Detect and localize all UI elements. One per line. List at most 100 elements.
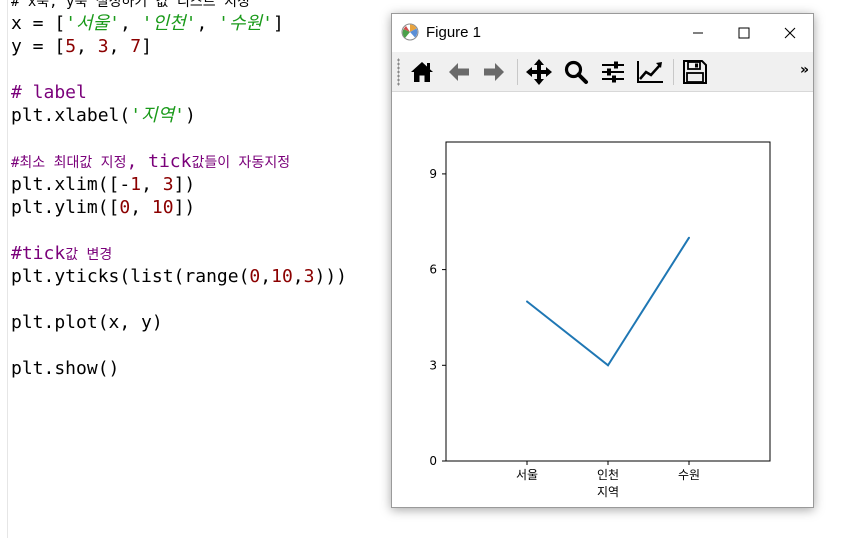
configure-subplots-button[interactable] — [598, 57, 628, 87]
code-token: 0 — [119, 197, 131, 218]
code-text[interactable]: # x축, y축 설정하기 값 리스트 지정 x = ['서울', '인천', '… — [11, 0, 347, 380]
code-token: 값들이 자동지정 — [191, 155, 291, 171]
code-token: , — [119, 13, 142, 34]
code-token: 5 — [65, 36, 77, 57]
code-token: 0 — [249, 266, 261, 287]
code-line[interactable]: plt.show() — [11, 357, 347, 380]
save-icon — [683, 60, 707, 84]
code-token: ]) — [173, 174, 196, 195]
home-icon — [411, 62, 433, 82]
pan-icon — [526, 59, 552, 85]
close-icon — [784, 27, 796, 39]
save-button[interactable] — [680, 57, 710, 87]
axes-frame — [445, 141, 771, 462]
code-token: 10 — [271, 266, 293, 287]
toolbar-separator — [517, 59, 518, 85]
code-token: , — [196, 13, 219, 34]
x-tick-label: 서울 — [516, 468, 538, 482]
code-line[interactable]: plt.ylim([0, 10]) — [11, 196, 347, 219]
code-token: '인천' — [141, 13, 197, 34]
figure-window: Figure 1 » 0 3 6 9 서울 인천 수원 지역 — [391, 13, 814, 508]
maximize-icon — [738, 27, 750, 39]
code-token: plt.ylim([ — [11, 197, 120, 218]
code-token: plt.plot(x, y) — [11, 312, 163, 333]
code-line[interactable] — [11, 219, 347, 242]
line-chart: 0 3 6 9 서울 인천 수원지역 — [429, 141, 771, 499]
code-token: 7 — [130, 36, 142, 57]
code-line[interactable]: plt.yticks(list(range(0,10,3))) — [11, 265, 347, 288]
code-token: 3 — [303, 266, 315, 287]
close-button[interactable] — [767, 14, 813, 52]
code-line[interactable]: plt.xlabel('지역') — [11, 104, 347, 127]
code-line[interactable] — [11, 334, 347, 357]
toolbar-grip[interactable] — [397, 58, 400, 86]
code-token: # label — [11, 82, 87, 103]
edit-axis-icon — [637, 61, 663, 83]
back-arrow-icon — [449, 63, 469, 81]
code-token: 1 — [130, 174, 142, 195]
code-token: , — [260, 266, 272, 287]
minimize-icon — [693, 32, 703, 34]
code-line[interactable]: plt.xlim([-1, 3]) — [11, 173, 347, 196]
plot-canvas[interactable]: 0 3 6 9 서울 인천 수원지역 — [392, 92, 813, 507]
zoom-icon — [564, 60, 588, 84]
back-button[interactable] — [444, 57, 474, 87]
code-line[interactable]: x = ['서울', '인천', '수원'] — [11, 12, 347, 35]
code-token: ] — [141, 36, 152, 57]
code-line[interactable]: plt.plot(x, y) — [11, 311, 347, 334]
code-token: 10 — [151, 197, 174, 218]
edit-axis-button[interactable] — [635, 57, 665, 87]
code-token: ]) — [173, 197, 196, 218]
maximize-button[interactable] — [721, 14, 767, 52]
y-tick-label: 6 — [429, 263, 437, 277]
data-point — [526, 300, 528, 303]
y-tick-label: 3 — [429, 358, 437, 372]
code-line[interactable]: # x축, y축 설정하기 값 리스트 지정 — [11, 0, 347, 12]
window-title: Figure 1 — [426, 24, 482, 41]
home-button[interactable] — [407, 57, 437, 87]
code-token: ))) — [314, 266, 347, 287]
x-tick-label: 수원 — [678, 468, 700, 482]
toolbar-overflow-button[interactable]: » — [800, 62, 809, 78]
code-line[interactable]: # label — [11, 81, 347, 104]
data-point — [688, 236, 690, 239]
code-token: # x축, y축 설정하기 값 리스트 지정 — [11, 0, 250, 10]
code-token: , — [76, 36, 98, 57]
code-token: , — [292, 266, 304, 287]
code-token: x = [ — [11, 13, 66, 34]
code-line[interactable]: #tick값 변경 — [11, 242, 347, 265]
code-token: plt.show() — [11, 358, 120, 379]
forward-button[interactable] — [479, 57, 509, 87]
code-token: ] — [272, 13, 284, 34]
code-line[interactable] — [11, 288, 347, 311]
toolbar-separator — [673, 59, 674, 85]
code-token: '수원' — [218, 13, 273, 34]
code-token: 3 — [97, 36, 109, 57]
code-token: '서울' — [65, 13, 120, 34]
data-point — [607, 364, 609, 367]
code-token: #최소 최대값 지정 — [11, 155, 127, 171]
code-line[interactable]: y = [5, 3, 7] — [11, 35, 347, 58]
navigation-toolbar: » — [392, 52, 813, 92]
code-line[interactable] — [11, 127, 347, 150]
code-line[interactable]: #최소 최대값 지정, tick값들이 자동지정 — [11, 150, 347, 173]
editor-gutter-divider — [7, 0, 8, 538]
x-tick-label: 인천 — [597, 467, 619, 482]
code-token: plt.yticks(list(range( — [11, 266, 250, 287]
code-token: 값 변경 — [65, 247, 113, 263]
y-tick-label: 9 — [429, 167, 437, 181]
code-token: , — [108, 36, 131, 57]
pan-button[interactable] — [524, 57, 554, 87]
zoom-button[interactable] — [561, 57, 591, 87]
code-token: plt.xlim([- — [11, 174, 131, 195]
code-token: 3 — [162, 174, 174, 195]
title-bar[interactable]: Figure 1 — [392, 14, 813, 52]
y-tick-label: 0 — [429, 454, 437, 468]
minimize-button[interactable] — [675, 14, 721, 52]
forward-arrow-icon — [484, 63, 504, 81]
x-axis-label: 지역 — [597, 485, 619, 499]
code-token: '지역' — [130, 105, 186, 126]
code-token: , tick — [126, 151, 192, 172]
code-line[interactable] — [11, 58, 347, 81]
code-token: #tick — [11, 243, 66, 264]
